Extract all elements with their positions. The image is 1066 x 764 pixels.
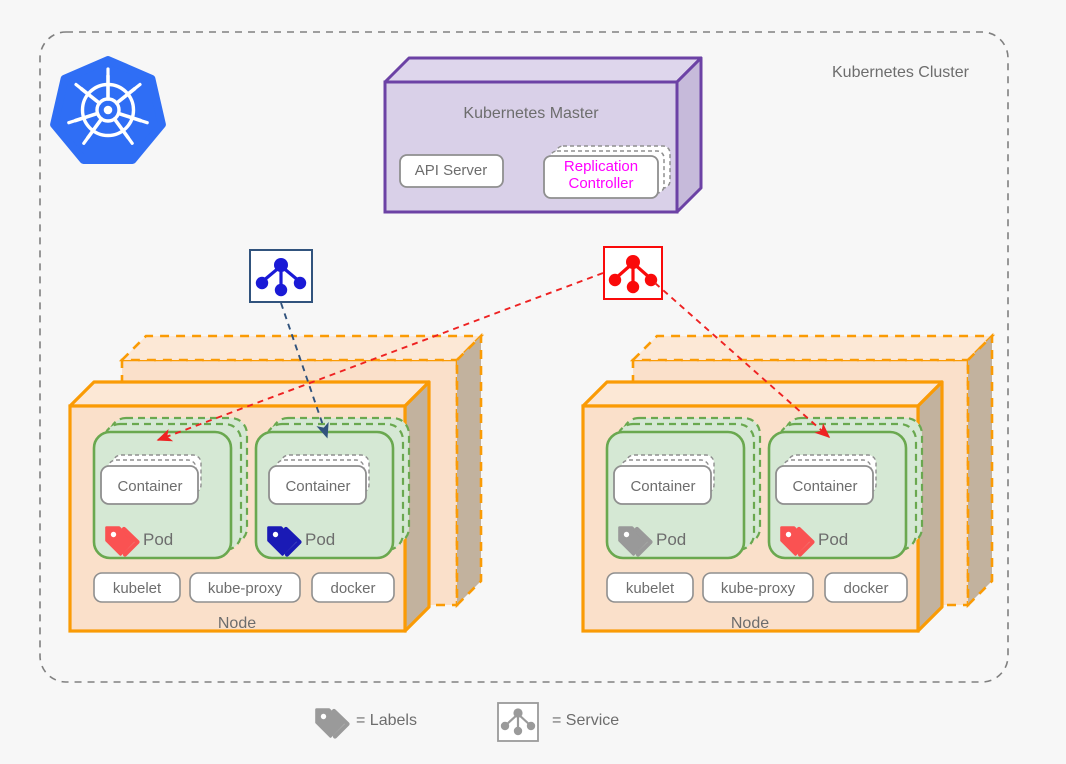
api-server-box[interactable] (399, 154, 504, 188)
diagram-canvas: Kubernetes Cluster Kubernetes Master API… (0, 0, 1066, 764)
node-left-pod-1-container[interactable] (100, 454, 202, 505)
service-blue-icon[interactable] (249, 249, 313, 303)
node-right-daemon-kube-proxy[interactable] (702, 572, 814, 603)
node-right-daemon-kubelet[interactable] (606, 572, 694, 603)
node-right-daemon-docker[interactable] (824, 572, 908, 603)
node-left-daemon-docker[interactable] (311, 572, 395, 603)
node-right-pod-1-container[interactable] (613, 454, 715, 505)
legend-label-tag-icon (315, 708, 350, 739)
service-red-icon[interactable] (603, 246, 663, 300)
node-left-daemon-kubelet[interactable] (93, 572, 181, 603)
node-right-pod-2-container[interactable] (775, 454, 877, 505)
diagram-graphics (39, 31, 1009, 742)
node-left-pod-2-container[interactable] (268, 454, 370, 505)
legend-service-tree-icon (497, 702, 539, 742)
replication-controller-box[interactable] (543, 145, 671, 199)
kubernetes-helm-wheel-icon (50, 56, 166, 164)
node-left-daemon-kube-proxy[interactable] (189, 572, 301, 603)
